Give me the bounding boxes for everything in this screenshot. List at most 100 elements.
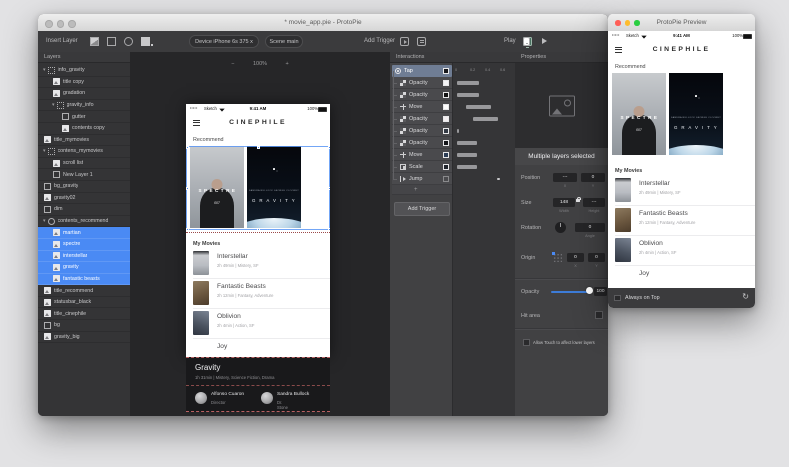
timeline-bar[interactable] <box>457 93 479 97</box>
poster-gravity[interactable]: SANDRA BULLOCK GEORGE CLOONEY G R A V I … <box>669 73 723 155</box>
movie-row-fantastic-beasts[interactable]: Fantastic Beasts 2h 12min | Fantasy, Adv… <box>193 278 330 309</box>
movie-row-fantastic-beasts[interactable]: Fantastic Beasts 2h 12min | Fantasy, Adv… <box>615 205 755 236</box>
expander-icon[interactable]: ▾ <box>43 67 46 73</box>
insert-text-icon[interactable] <box>141 37 150 46</box>
poster-carousel[interactable]: S P E C T R E 007 SANDRA BULLOCK GEORGE … <box>612 73 755 155</box>
layer-item-martian[interactable]: martian <box>38 227 130 239</box>
response-row-jump-8[interactable]: Jump <box>392 173 452 185</box>
refresh-icon[interactable]: ↻ <box>742 292 749 301</box>
scene-selector[interactable]: Scene main <box>265 35 303 48</box>
zoom-value[interactable]: 100% <box>253 58 267 70</box>
poster-spectre[interactable]: S P E C T R E 007 <box>612 73 666 155</box>
layer-item-gravity[interactable]: gravity <box>38 262 130 274</box>
zoom-out-button[interactable]: − <box>231 58 234 70</box>
selection-handle[interactable] <box>186 228 189 231</box>
canvas[interactable]: − 100% + ••••• Sketch 9:41 AM 100% CINEP… <box>130 52 390 416</box>
movie-row-oblivion[interactable]: Oblivion 2h 4min | Action, SF <box>193 308 330 339</box>
layer-item-gravity_big[interactable]: gravity_big <box>38 332 130 344</box>
layer-item-dim[interactable]: dim <box>38 204 130 216</box>
layer-item-bg_gravity[interactable]: bg_gravity <box>38 181 130 193</box>
poster-martian[interactable]: MARTIAN <box>304 146 330 228</box>
always-on-top-checkbox[interactable] <box>614 295 621 302</box>
opacity-slider-knob[interactable] <box>586 287 593 294</box>
movie-row-oblivion[interactable]: Oblivion 2h 4min | Action, SF <box>615 235 755 266</box>
timeline-bar[interactable] <box>466 105 491 109</box>
response-row-scale-7[interactable]: Scale <box>392 161 452 173</box>
position-x-field[interactable]: --- <box>553 173 577 182</box>
canvas-phone-mockup[interactable]: ••••• Sketch 9:41 AM 100% CINEPHILE Reco… <box>186 104 330 357</box>
timeline-bar[interactable] <box>473 117 498 121</box>
rotation-dial[interactable] <box>555 222 566 233</box>
hit-area-swatch[interactable] <box>595 311 603 319</box>
layer-item-title_mymovies[interactable]: title_mymovies <box>38 135 130 147</box>
layer-item-scroll-list[interactable]: scroll list <box>38 158 130 170</box>
layer-item-gradation[interactable]: gradation <box>38 88 130 100</box>
device-selector[interactable]: Device iPhone 6s 375 x 667 @2x <box>189 35 259 48</box>
add-trigger-button[interactable]: Add Trigger <box>394 202 450 216</box>
selection-handle[interactable] <box>186 146 189 149</box>
response-row-opacity-3[interactable]: Opacity <box>392 113 452 125</box>
poster-martian[interactable]: MARTIAN <box>726 73 755 155</box>
layer-item-spectre[interactable]: spectre <box>38 239 130 251</box>
add-trigger-icon[interactable] <box>400 37 409 46</box>
angle-field[interactable]: 0 <box>575 223 605 232</box>
layer-item-contents_recommend[interactable]: ▾contents_recommend <box>38 216 130 228</box>
layer-item-title-copy[interactable]: title copy <box>38 77 130 89</box>
layer-item-contens_mymovies[interactable]: ▾contens_mymovies <box>38 146 130 158</box>
expander-icon[interactable]: ▾ <box>43 148 46 154</box>
poster-gravity[interactable]: SANDRA BULLOCK GEORGE CLOONEY G R A V I … <box>247 146 301 228</box>
add-response-row[interactable]: + <box>392 185 452 195</box>
timeline-bar[interactable] <box>457 129 459 133</box>
response-row-opacity-1[interactable]: Opacity <box>392 89 452 101</box>
response-row-move-6[interactable]: Move <box>392 149 452 161</box>
layer-item-contents-copy[interactable]: contents copy <box>38 123 130 135</box>
allow-touch-checkbox[interactable] <box>523 339 530 346</box>
zoom-in-button[interactable]: + <box>285 58 288 70</box>
position-y-field[interactable]: 0 <box>581 173 605 182</box>
response-row-opacity-4[interactable]: Opacity <box>392 125 452 137</box>
poster-spectre[interactable]: S P E C T R E 007 <box>190 146 244 228</box>
insert-image-icon[interactable] <box>90 37 99 46</box>
timeline-bar[interactable] <box>457 153 477 157</box>
add-response-icon[interactable] <box>417 37 426 46</box>
selection-handle[interactable] <box>186 187 189 190</box>
layer-item-gravity02[interactable]: gravity02 <box>38 193 130 205</box>
movie-row-interstellar[interactable]: Interstellar 2h 49min | Mistery, SF <box>193 248 330 279</box>
lock-aspect-icon[interactable] <box>576 199 580 202</box>
preview-phone-screen[interactable]: ••••• Sketch 9:41 AM 100% CINEPHILE Reco… <box>608 31 755 308</box>
origin-x-field[interactable]: 0 <box>567 253 584 262</box>
insert-oval-icon[interactable] <box>124 37 133 46</box>
width-field[interactable]: 148 <box>553 198 575 207</box>
expander-icon[interactable]: ▾ <box>43 218 46 224</box>
run-icon[interactable] <box>540 37 549 46</box>
layer-item-interstellar[interactable]: interstellar <box>38 251 130 263</box>
layer-item-bg[interactable]: bg <box>38 320 130 332</box>
layer-item-new-layer-1[interactable]: New Layer 1 <box>38 169 130 181</box>
layer-item-gravity_info[interactable]: ▾gravity_info <box>38 100 130 112</box>
insert-rectangle-icon[interactable] <box>107 37 116 46</box>
layer-item-statusbar_black[interactable]: statusbar_black <box>38 297 130 309</box>
opacity-slider[interactable] <box>551 291 590 293</box>
timeline-bar[interactable] <box>457 81 479 85</box>
timeline-bar[interactable] <box>457 165 477 169</box>
response-row-opacity-0[interactable]: Opacity <box>392 77 452 89</box>
poster-carousel[interactable]: S P E C T R E 007 SANDRA BULLOCK GEORGE … <box>190 146 330 228</box>
expander-icon[interactable]: ▾ <box>52 102 55 108</box>
gravity-detail-overlay[interactable]: Gravity 1h 31min | Mistery, Science Fict… <box>186 357 330 412</box>
timeline[interactable]: 00.20.40.60.8 <box>452 63 515 416</box>
origin-y-field[interactable]: 0 <box>588 253 605 262</box>
response-row-move-2[interactable]: Move <box>392 101 452 113</box>
timeline-bar[interactable] <box>457 141 477 145</box>
movie-row-interstellar[interactable]: Interstellar 2h 49min | Mistery, SF <box>615 175 755 206</box>
opacity-field[interactable]: 100 <box>594 287 607 296</box>
layer-item-title_recommend[interactable]: title_recommend <box>38 285 130 297</box>
timeline-jump-marker[interactable] <box>497 178 500 181</box>
response-row-opacity-5[interactable]: Opacity <box>392 137 452 149</box>
origin-grid[interactable] <box>553 253 562 262</box>
layer-item-info_gravity[interactable]: ▾info_gravity <box>38 65 130 77</box>
layer-item-title_cinephile[interactable]: title_cinephile <box>38 308 130 320</box>
height-field[interactable]: --- <box>583 198 605 207</box>
main-title-bar[interactable]: * movie_app.pie - ProtoPie <box>38 14 608 32</box>
preview-title-bar[interactable]: ProtoPie Preview <box>608 14 755 32</box>
movie-row-joy[interactable]: Joy <box>193 338 330 357</box>
